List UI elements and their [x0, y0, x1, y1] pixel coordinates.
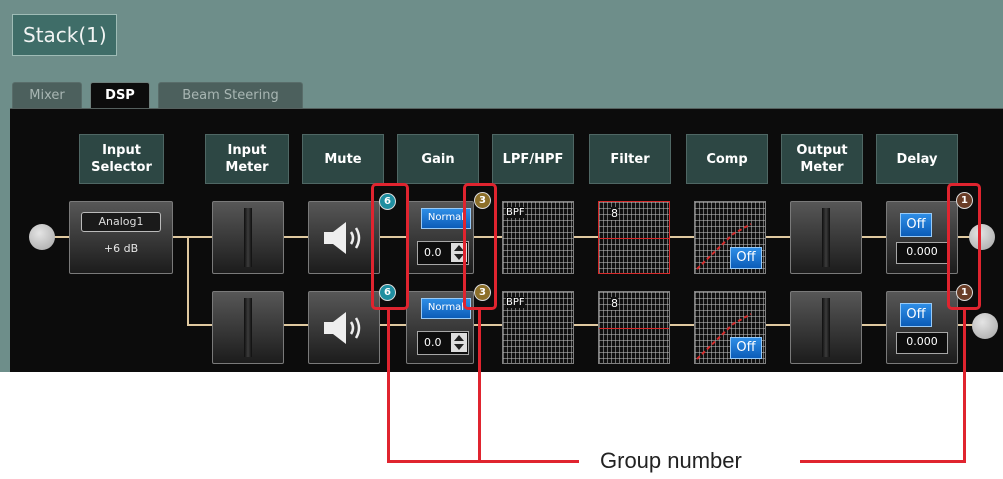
- header-input-selector-label: Input Selector: [91, 143, 152, 175]
- header-input-selector[interactable]: Input Selector: [79, 134, 164, 184]
- gain-value-spinner-1[interactable]: 0.0: [417, 241, 469, 265]
- filter-response-line: [599, 238, 669, 239]
- mute-button-1[interactable]: [308, 201, 380, 274]
- spinner-arrows-icon[interactable]: [451, 333, 467, 352]
- speaker-icon: [324, 222, 361, 254]
- callout-line-bottom-right: [800, 460, 966, 463]
- header-filter[interactable]: Filter: [589, 134, 671, 184]
- input-meter-2: [212, 291, 284, 364]
- callout-line-gain: [478, 308, 481, 463]
- input-level-label: +6 dB: [103, 242, 139, 255]
- input-selector-module[interactable]: Analog1 +6 dB: [69, 201, 173, 274]
- filter-band-count: 8: [611, 207, 618, 220]
- group-number-highlight-gain: [463, 183, 497, 310]
- delay-value-field-1[interactable]: 0.000: [896, 242, 948, 264]
- tab-beam-steering[interactable]: Beam Steering: [158, 82, 303, 109]
- comp-off-button-2[interactable]: Off: [730, 337, 762, 359]
- header-gain[interactable]: Gain: [397, 134, 479, 184]
- tab-dsp[interactable]: DSP: [90, 82, 150, 110]
- delay-off-button-2[interactable]: Off: [900, 303, 932, 327]
- filter-graph-1[interactable]: 8: [598, 201, 670, 274]
- header-comp-label: Comp: [706, 151, 748, 167]
- input-meter-1: [212, 201, 284, 274]
- comp-off-button-1[interactable]: Off: [730, 247, 762, 269]
- filter-response-line: [599, 328, 669, 329]
- group-number-highlight-mute: [371, 183, 409, 310]
- header-delay[interactable]: Delay: [876, 134, 958, 184]
- lpf-hpf-graph-2[interactable]: BPF: [502, 291, 574, 364]
- output-node-2[interactable]: [972, 313, 998, 339]
- header-gain-label: Gain: [421, 151, 455, 167]
- callout-line-delay: [963, 308, 966, 463]
- header-output-meter-label: Output Meter: [796, 143, 848, 175]
- window-title: Stack(1): [12, 14, 117, 56]
- callout-line-mute: [387, 308, 390, 463]
- input-node[interactable]: [29, 224, 55, 250]
- mute-button-2[interactable]: [308, 291, 380, 364]
- gain-value-text: 0.0: [424, 336, 442, 349]
- gain-value-text: 0.0: [424, 246, 442, 259]
- gain-value-spinner-2[interactable]: 0.0: [417, 331, 469, 355]
- header-lpf-hpf[interactable]: LPF/HPF: [492, 134, 574, 184]
- comp-graph-2[interactable]: Off: [694, 291, 766, 364]
- header-filter-label: Filter: [610, 151, 650, 167]
- group-number-annotation: Group number: [600, 448, 742, 473]
- lpf-hpf-type-label: BPF: [506, 207, 525, 218]
- output-meter-1: [790, 201, 862, 274]
- callout-line-bottom-left: [387, 460, 579, 463]
- header-lpf-hpf-label: LPF/HPF: [502, 151, 564, 167]
- output-meter-2: [790, 291, 862, 364]
- lpf-hpf-graph-1[interactable]: BPF: [502, 201, 574, 274]
- signal-wire-branch: [187, 236, 189, 326]
- group-number-highlight-delay: [947, 183, 981, 310]
- header-input-meter[interactable]: Input Meter: [205, 134, 289, 184]
- filter-band-count: 8: [611, 297, 618, 310]
- input-source-field[interactable]: Analog1: [81, 212, 161, 232]
- delay-value-field-2[interactable]: 0.000: [896, 332, 948, 354]
- lpf-hpf-type-label: BPF: [506, 297, 525, 308]
- filter-graph-2[interactable]: 8: [598, 291, 670, 364]
- header-mute[interactable]: Mute: [302, 134, 384, 184]
- tab-mixer[interactable]: Mixer: [12, 82, 82, 109]
- header-output-meter[interactable]: Output Meter: [781, 134, 863, 184]
- delay-off-button-1[interactable]: Off: [900, 213, 932, 237]
- comp-graph-1[interactable]: Off: [694, 201, 766, 274]
- header-delay-label: Delay: [896, 151, 938, 167]
- speaker-icon: [324, 312, 361, 344]
- header-input-meter-label: Input Meter: [225, 143, 269, 175]
- header-comp[interactable]: Comp: [686, 134, 768, 184]
- header-mute-label: Mute: [324, 151, 362, 167]
